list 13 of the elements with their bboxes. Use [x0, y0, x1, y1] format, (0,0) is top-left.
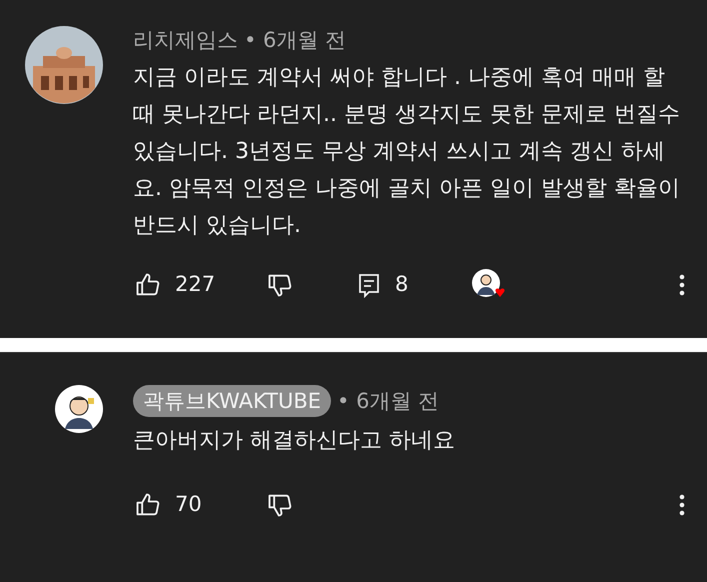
- like-count: 70: [175, 491, 202, 518]
- avatar-building-icon: [25, 26, 103, 104]
- more-options-icon[interactable]: [679, 492, 685, 517]
- reply-count[interactable]: 8: [395, 269, 408, 301]
- avatar-cartoon-icon: [55, 385, 103, 433]
- comment-text: 지금 이라도 계약서 써야 합니다 . 나중에 혹여 매매 할때 못나간다 라던지.. 분명 생각지도 못한 문제로 번질수있습니다. 3년정도 무상 계약서 쓰시고 계속 갱신 하세요. 암묵적 인정은 나중에 골치 아픈 일이 발생할 확율이 반드시 있습니다.: [133, 64, 681, 240]
- more-options-icon[interactable]: [679, 273, 685, 297]
- reply-comment-icon[interactable]: [357, 272, 381, 298]
- like-count: 227: [175, 271, 216, 298]
- comment-time: • 6개월 전: [244, 27, 346, 54]
- comment-text: 큰아버지가 해결하신다고 하네요: [133, 427, 456, 455]
- author-name[interactable]: 리치제임스: [133, 26, 238, 54]
- comment-time: • 6개월 전: [337, 388, 440, 415]
